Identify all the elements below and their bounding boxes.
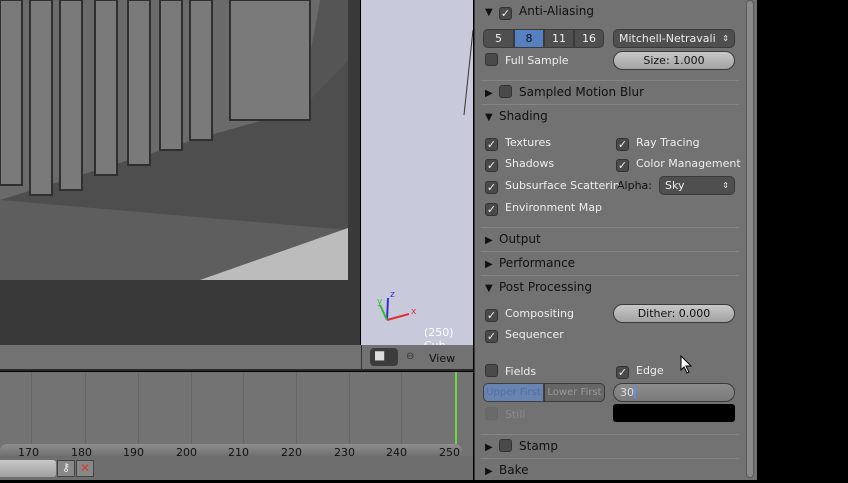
ray-tracing-label: Ray Tracing [636, 136, 700, 149]
edge-checkbox[interactable]: ✓ [616, 366, 629, 379]
panel-title: Bake [499, 463, 529, 477]
panel-motion-blur[interactable]: ▶ Sampled Motion Blur [481, 80, 739, 102]
edge-color-swatch[interactable] [613, 404, 735, 422]
panel-shading[interactable]: ▼ Shading [481, 104, 739, 126]
panel-title: Shading [499, 109, 548, 123]
collapsed-icon: ▶ [485, 235, 493, 246]
panel-performance[interactable]: ▶ Performance [481, 251, 739, 273]
alpha-label: Alpha: [617, 179, 652, 192]
mouse-cursor-icon [680, 355, 693, 374]
shadows-checkbox[interactable]: ✓ [485, 159, 498, 172]
still-label: Still [505, 408, 526, 421]
scrollbar[interactable] [746, 0, 754, 478]
panel-title: Output [499, 232, 541, 246]
timeline-header: ⚷ ✕ [0, 456, 473, 480]
color-management-label: Color Management [636, 157, 741, 170]
edge-threshold-field[interactable]: 30 [613, 383, 735, 402]
collapsed-icon: ▶ [485, 259, 493, 270]
compositing-label: Compositing [505, 307, 574, 320]
fields-checkbox[interactable] [485, 364, 498, 377]
editor-type-button[interactable]: ■ [370, 348, 398, 366]
collapsed-icon: ▶ [485, 442, 493, 453]
cube-icon: ■ [374, 348, 386, 362]
filter-dropdown[interactable]: Mitchell-Netravali ⇕ [613, 29, 735, 48]
expanded-icon: ▼ [485, 283, 493, 294]
lower-first-button[interactable]: Lower First [544, 383, 605, 402]
panel-stamp[interactable]: ▶ Stamp [481, 434, 739, 456]
collapsed-icon: ▶ [485, 88, 493, 99]
axis-x-label: x [411, 307, 417, 317]
expanded-icon: ▼ [485, 7, 493, 18]
axis-gizmo [379, 29, 473, 321]
sample-16-button[interactable]: 16 [574, 29, 604, 48]
sample-5-button[interactable]: 5 [483, 29, 514, 48]
key-icon[interactable]: ⚷ [57, 460, 75, 477]
timeline[interactable] [0, 372, 473, 458]
textures-checkbox[interactable]: ✓ [485, 138, 498, 151]
axis-z-label: z [390, 290, 395, 300]
panel-post-processing[interactable]: ▼ Post Processing [481, 275, 739, 297]
object-info: (250) Cub [424, 326, 454, 345]
upper-first-button[interactable]: Upper First [483, 383, 544, 402]
sequencer-label: Sequencer [505, 328, 564, 341]
textures-label: Textures [505, 136, 551, 149]
edge-threshold-value: 30 [620, 386, 636, 399]
motion-blur-checkbox[interactable] [499, 85, 512, 98]
axis-y-label: y [377, 297, 383, 307]
sample-11-button[interactable]: 11 [544, 29, 574, 48]
fields-label: Fields [505, 365, 537, 378]
panel-title: Post Processing [499, 280, 592, 294]
filter-value: Mitchell-Netravali [619, 32, 716, 45]
view-menu[interactable]: View [429, 352, 455, 365]
panel-output[interactable]: ▶ Output [481, 227, 739, 249]
panel-title: Anti-Aliasing [519, 4, 594, 18]
panel-title: Sampled Motion Blur [519, 85, 645, 99]
alpha-value: Sky [665, 179, 685, 192]
full-sample-checkbox[interactable] [485, 53, 498, 66]
still-checkbox[interactable] [485, 407, 498, 420]
updown-icon: ⇕ [722, 181, 729, 190]
full-sample-label: Full Sample [505, 54, 569, 67]
sss-checkbox[interactable]: ✓ [485, 181, 498, 194]
updown-icon: ⇕ [722, 34, 729, 43]
keying-set-field[interactable] [0, 460, 56, 477]
env-map-label: Environment Map [505, 201, 602, 214]
current-frame-indicator[interactable] [455, 372, 457, 444]
sss-label: Subsurface Scatterin [505, 179, 620, 192]
3d-viewport[interactable]: x z y (250) Cub [361, 0, 473, 345]
stamp-checkbox[interactable] [499, 439, 512, 452]
expanded-icon: ▼ [485, 112, 493, 123]
sequencer-checkbox[interactable]: ✓ [485, 330, 498, 343]
alpha-dropdown[interactable]: Sky ⇕ [659, 176, 735, 195]
color-management-checkbox[interactable]: ✓ [616, 159, 629, 172]
anti-aliasing-checkbox[interactable]: ✓ [499, 7, 512, 20]
render-preview [0, 0, 360, 345]
ray-tracing-checkbox[interactable]: ✓ [616, 138, 629, 151]
sample-8-button[interactable]: 8 [514, 29, 544, 48]
shadows-label: Shadows [505, 157, 555, 170]
size-field[interactable]: Size: 1.000 [613, 51, 735, 70]
viewport-header: ■ ⊖ View [0, 345, 473, 371]
compositing-checkbox[interactable]: ✓ [485, 309, 498, 322]
dither-field[interactable]: Dither: 0.000 [613, 304, 735, 323]
collapse-icon[interactable]: ⊖ [406, 351, 414, 362]
rendered-gear-image [0, 0, 360, 345]
panel-title: Performance [499, 256, 576, 270]
panel-title: Stamp [519, 439, 558, 453]
delete-key-icon[interactable]: ✕ [76, 460, 94, 477]
render-properties-panel: ▼ ✓ Anti-Aliasing 5 8 11 16 Mitchell-Netra… [474, 0, 757, 480]
panel-bake[interactable]: ▶ Bake [481, 458, 739, 480]
edge-label: Edge [636, 364, 664, 377]
env-map-checkbox[interactable]: ✓ [485, 203, 498, 216]
panel-anti-aliasing[interactable]: ▼ ✓ Anti-Aliasing [481, 0, 739, 22]
